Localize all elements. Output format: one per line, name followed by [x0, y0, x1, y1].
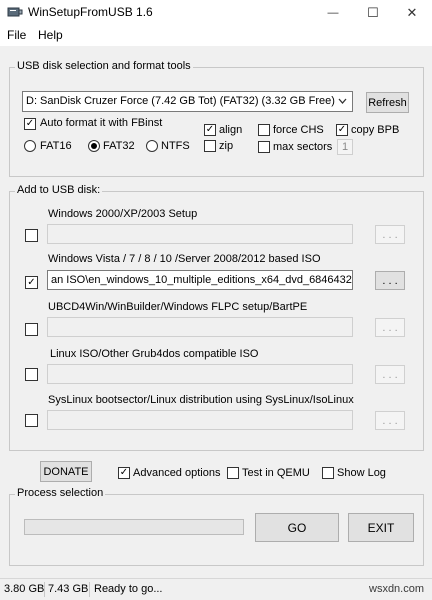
browse-button-linux-iso[interactable]: . . .: [375, 365, 405, 384]
ntfs-label: NTFS: [161, 140, 190, 152]
status-size-total: 7.43 GB: [48, 583, 89, 595]
exit-button[interactable]: EXIT: [348, 513, 414, 542]
window-title: WinSetupFromUSB 1.6: [28, 5, 153, 19]
browse-button-ubcd4win[interactable]: . . .: [375, 318, 405, 337]
usb-disk-selected: D: SanDisk Cruzer Force (7.42 GB Tot) (F…: [26, 95, 335, 107]
chevron-down-icon: [338, 95, 347, 110]
source-path-syslinux[interactable]: [47, 410, 353, 430]
show-log-label: Show Log: [337, 467, 386, 479]
fat32-label: FAT32: [103, 140, 135, 152]
source-path-windows-vista-10[interactable]: an ISO\en_windows_10_multiple_editions_x…: [47, 270, 353, 290]
source-checkbox-windows-vista-10[interactable]: ✓: [25, 276, 38, 289]
progress-bar: [24, 519, 244, 535]
maximize-icon: ☐: [367, 5, 379, 20]
max-sectors-label: max sectors: [273, 141, 333, 153]
max-sectors-input[interactable]: 1: [337, 139, 353, 155]
usb-disk-dropdown[interactable]: D: SanDisk Cruzer Force (7.42 GB Tot) (F…: [22, 91, 353, 112]
watermark-text: wsxdn.com: [369, 583, 425, 595]
browse-button-windows-vista-10[interactable]: . . .: [375, 271, 405, 290]
source-checkbox-linux-iso[interactable]: ✓: [25, 368, 38, 381]
close-button[interactable]: ✕: [392, 0, 432, 26]
source-label-windows-vista-10: Windows Vista / 7 / 8 / 10 /Server 2008/…: [48, 253, 321, 265]
source-label-windows-xp: Windows 2000/XP/2003 Setup: [48, 208, 198, 220]
copy-bpb-checkbox[interactable]: ✓: [336, 124, 348, 136]
maximize-button[interactable]: ☐: [353, 0, 393, 26]
max-sectors-checkbox[interactable]: ✓: [258, 141, 270, 153]
copy-bpb-label: copy BPB: [351, 124, 400, 136]
show-log-checkbox[interactable]: ✓: [322, 467, 334, 479]
fat16-label: FAT16: [40, 140, 72, 152]
source-label-ubcd4win: UBCD4Win/WinBuilder/Windows FLPC setup/B…: [48, 301, 308, 313]
advanced-options-checkbox[interactable]: ✓: [118, 467, 130, 479]
add-to-usb-group-label: Add to USB disk:: [15, 184, 103, 196]
status-bar: 3.80 GB 7.43 GB Ready to go... wsxdn.com: [0, 578, 432, 600]
menu-file[interactable]: File: [7, 28, 26, 42]
status-message: Ready to go...: [94, 583, 163, 595]
source-path-ubcd4win[interactable]: [47, 317, 353, 337]
go-button[interactable]: GO: [255, 513, 339, 542]
auto-format-label: Auto format it with FBinst: [40, 117, 163, 129]
process-group-label: Process selection: [15, 487, 106, 499]
minimize-icon: —: [327, 7, 339, 19]
donate-button[interactable]: DONATE: [40, 461, 92, 482]
browse-button-windows-xp[interactable]: . . .: [375, 225, 405, 244]
zip-label: zip: [219, 140, 234, 152]
close-icon: ✕: [406, 5, 418, 20]
usb-drive-icon: [7, 6, 23, 19]
source-label-syslinux: SysLinux bootsector/Linux distribution u…: [48, 394, 354, 406]
test-in-qemu-label: Test in QEMU: [242, 467, 310, 479]
auto-format-checkbox[interactable]: ✓: [24, 118, 36, 130]
force-chs-label: force CHS: [273, 124, 324, 136]
refresh-button[interactable]: Refresh: [366, 92, 409, 113]
menu-help[interactable]: Help: [38, 28, 63, 42]
source-checkbox-windows-xp[interactable]: ✓: [25, 229, 38, 242]
ntfs-radio[interactable]: [146, 140, 158, 152]
force-chs-checkbox[interactable]: ✓: [258, 124, 270, 136]
align-label: align: [219, 124, 243, 136]
test-in-qemu-checkbox[interactable]: ✓: [227, 467, 239, 479]
status-divider: [44, 582, 45, 597]
source-checkbox-ubcd4win[interactable]: ✓: [25, 323, 38, 336]
source-path-windows-xp[interactable]: [47, 224, 353, 244]
status-divider: [89, 582, 90, 597]
status-size-free: 3.80 GB: [4, 583, 45, 595]
align-checkbox[interactable]: ✓: [204, 124, 216, 136]
minimize-button[interactable]: —: [313, 0, 353, 26]
advanced-options-label: Advanced options: [133, 467, 221, 479]
title-bar: WinSetupFromUSB 1.6 — ☐ ✕: [0, 0, 432, 26]
source-path-linux-iso[interactable]: [47, 364, 353, 384]
fat16-radio[interactable]: [24, 140, 36, 152]
source-label-linux-iso: Linux ISO/Other Grub4dos compatible ISO: [50, 348, 259, 360]
usb-disk-group-label: USB disk selection and format tools: [15, 60, 193, 72]
source-checkbox-syslinux[interactable]: ✓: [25, 414, 38, 427]
zip-checkbox[interactable]: ✓: [204, 140, 216, 152]
fat32-radio[interactable]: [88, 140, 100, 152]
browse-button-syslinux[interactable]: . . .: [375, 411, 405, 430]
menu-bar: File Help: [0, 26, 432, 46]
